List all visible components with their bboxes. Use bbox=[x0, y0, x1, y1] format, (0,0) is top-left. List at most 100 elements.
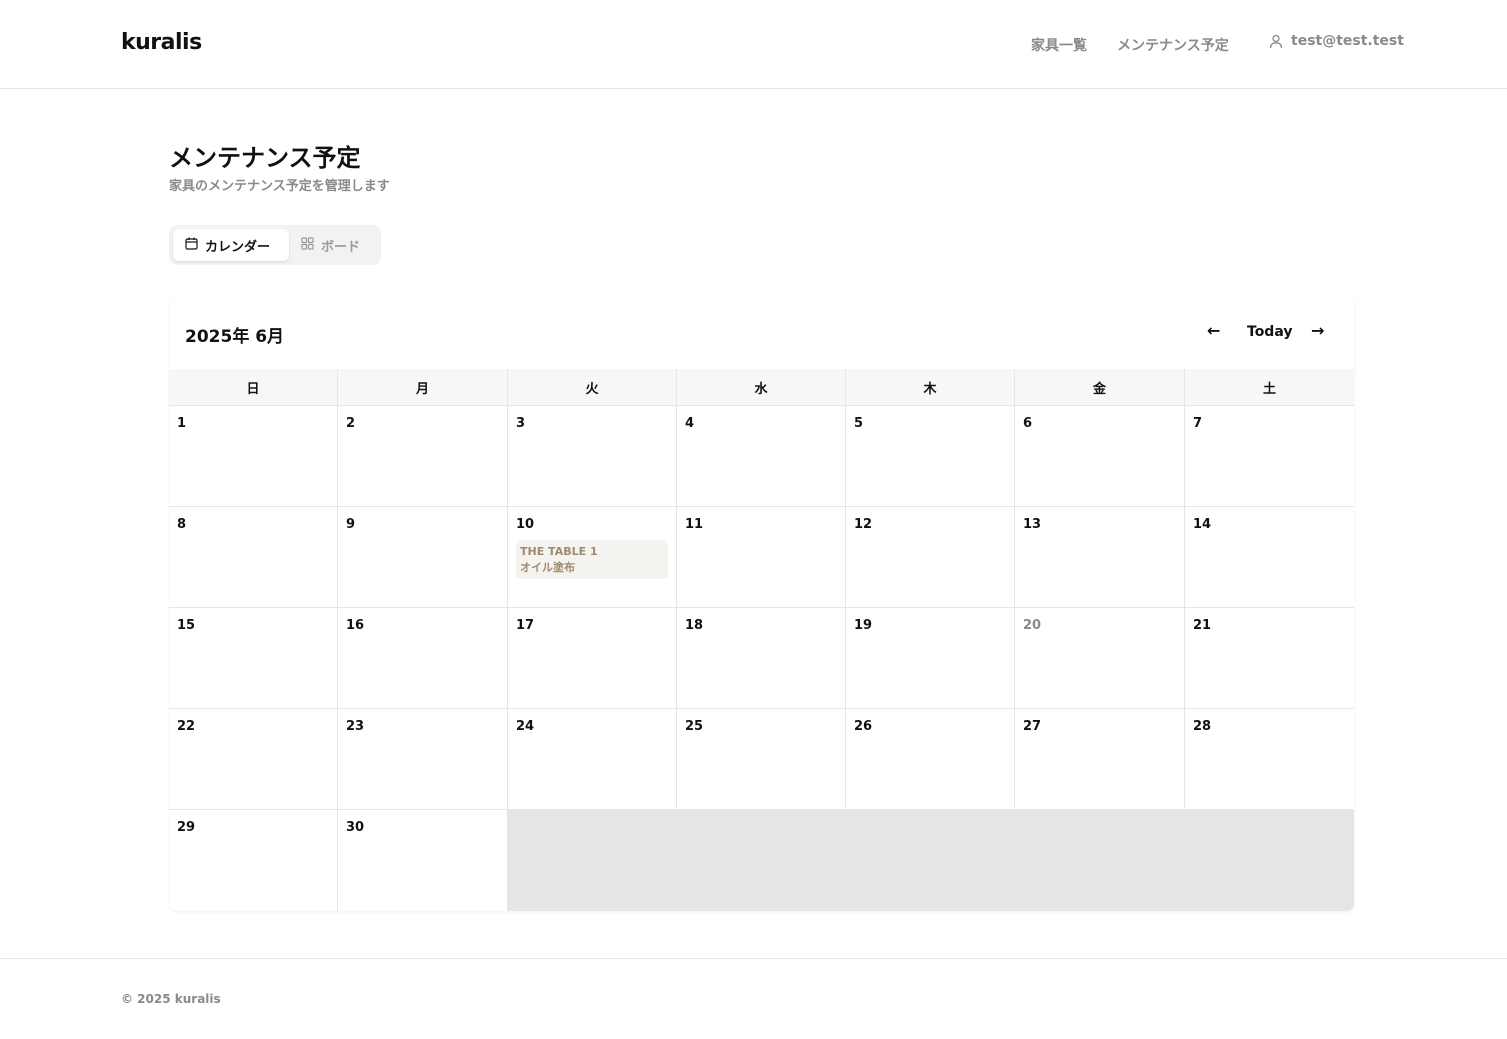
day-number: 27 bbox=[1023, 719, 1042, 734]
day-cell[interactable]: 25 bbox=[677, 709, 846, 810]
board-view-label: ボード bbox=[321, 239, 361, 255]
calendar-month-title: 2025年 6月 bbox=[185, 327, 285, 347]
day-cell[interactable]: 1 bbox=[169, 406, 338, 507]
event-title: THE TABLE 1 bbox=[520, 545, 598, 558]
day-number: 5 bbox=[854, 416, 864, 431]
user-icon bbox=[1269, 34, 1283, 49]
day-cell[interactable]: 30 bbox=[338, 810, 508, 911]
day-cell[interactable]: 13 bbox=[1015, 507, 1185, 608]
day-number: 17 bbox=[516, 618, 535, 633]
day-cell[interactable]: 15 bbox=[169, 608, 338, 709]
day-number: 19 bbox=[854, 618, 873, 633]
next-month-button[interactable]: → bbox=[1311, 321, 1324, 340]
day-number: 12 bbox=[854, 517, 873, 532]
day-cell-today[interactable]: 20 bbox=[1015, 608, 1185, 709]
page-footer: © 2025 kuralis bbox=[0, 958, 1507, 1039]
day-cell[interactable]: 6 bbox=[1015, 406, 1185, 507]
day-cell[interactable]: 23 bbox=[338, 709, 508, 810]
day-number: 3 bbox=[516, 416, 526, 431]
app-logo[interactable]: kuralis bbox=[121, 30, 202, 55]
calendar-view-button[interactable]: カレンダー bbox=[173, 229, 289, 261]
empty-day-cell bbox=[508, 810, 677, 911]
weekday-thu: 木 bbox=[846, 369, 1015, 405]
day-number: 21 bbox=[1193, 618, 1212, 633]
empty-day-cell bbox=[846, 810, 1015, 911]
weekday-wed: 水 bbox=[677, 369, 846, 405]
day-cell[interactable]: 18 bbox=[677, 608, 846, 709]
day-cell[interactable]: 14 bbox=[1185, 507, 1354, 608]
day-number: 16 bbox=[346, 618, 365, 633]
day-cell[interactable]: 22 bbox=[169, 709, 338, 810]
nav-maintenance-schedule[interactable]: メンテナンス予定 bbox=[1117, 35, 1229, 55]
day-number-today: 20 bbox=[1023, 618, 1042, 633]
day-cell[interactable]: 5 bbox=[846, 406, 1015, 507]
day-cell[interactable]: 10 THE TABLE 1 オイル塗布 bbox=[508, 507, 677, 608]
day-cell[interactable]: 3 bbox=[508, 406, 677, 507]
weekday-fri: 金 bbox=[1015, 369, 1185, 405]
weekday-sat: 土 bbox=[1262, 381, 1276, 397]
weekday-sun: 日 bbox=[169, 369, 338, 405]
day-number: 11 bbox=[685, 517, 704, 532]
day-number: 14 bbox=[1193, 517, 1212, 532]
day-number: 7 bbox=[1193, 416, 1203, 431]
day-cell[interactable]: 8 bbox=[169, 507, 338, 608]
today-button[interactable]: Today bbox=[1247, 324, 1292, 340]
day-cell[interactable]: 11 bbox=[677, 507, 846, 608]
calendar-view-label: カレンダー bbox=[205, 239, 271, 255]
day-number: 30 bbox=[346, 820, 365, 835]
user-email: test@test.test bbox=[1291, 33, 1404, 49]
day-number: 22 bbox=[177, 719, 196, 734]
day-number: 18 bbox=[685, 618, 704, 633]
day-number: 6 bbox=[1023, 416, 1033, 431]
grid-icon bbox=[301, 236, 314, 254]
page-title: メンテナンス予定 bbox=[169, 144, 361, 172]
day-number: 28 bbox=[1193, 719, 1212, 734]
day-number: 25 bbox=[685, 719, 704, 734]
day-cell[interactable]: 12 bbox=[846, 507, 1015, 608]
day-number: 24 bbox=[516, 719, 535, 734]
day-cell[interactable]: 7 bbox=[1185, 406, 1354, 507]
day-number: 10 bbox=[516, 517, 535, 532]
day-number: 26 bbox=[854, 719, 873, 734]
day-cell[interactable]: 16 bbox=[338, 608, 508, 709]
day-number: 9 bbox=[346, 517, 356, 532]
day-cell[interactable]: 4 bbox=[677, 406, 846, 507]
empty-day-cell bbox=[677, 810, 846, 911]
calendar-grid: 日 月 火 水 木 金 土 1 2 3 4 5 6 7 8 9 10 THE T… bbox=[169, 369, 1354, 911]
day-cell[interactable]: 27 bbox=[1015, 709, 1185, 810]
user-menu[interactable]: test@test.test bbox=[1269, 33, 1404, 49]
prev-month-button[interactable]: ← bbox=[1207, 321, 1220, 340]
maintenance-event[interactable]: THE TABLE 1 オイル塗布 bbox=[516, 540, 668, 579]
day-number: 13 bbox=[1023, 517, 1042, 532]
top-header: kuralis 家具一覧 メンテナンス予定 test@test.test bbox=[0, 0, 1507, 89]
day-cell[interactable]: 19 bbox=[846, 608, 1015, 709]
day-cell[interactable]: 2 bbox=[338, 406, 508, 507]
empty-day-cell bbox=[1015, 810, 1185, 911]
day-cell[interactable]: 24 bbox=[508, 709, 677, 810]
weekday-header: 日 月 火 水 木 金 土 bbox=[169, 369, 1354, 406]
day-cell[interactable]: 21 bbox=[1185, 608, 1354, 709]
view-toggle: カレンダー ボード bbox=[169, 225, 381, 265]
weekday-mon: 月 bbox=[338, 369, 508, 405]
page-subtitle: 家具のメンテナンス予定を管理します bbox=[169, 179, 390, 194]
day-grid: 1 2 3 4 5 6 7 8 9 10 THE TABLE 1 オイル塗布 1… bbox=[169, 406, 1354, 911]
day-number: 2 bbox=[346, 416, 356, 431]
copyright-text: © 2025 kuralis bbox=[121, 992, 221, 1006]
board-view-button[interactable]: ボード bbox=[289, 229, 372, 261]
day-number: 1 bbox=[177, 416, 187, 431]
day-cell[interactable]: 29 bbox=[169, 810, 338, 911]
calendar-icon bbox=[185, 237, 198, 254]
day-number: 29 bbox=[177, 820, 196, 835]
day-cell[interactable]: 28 bbox=[1185, 709, 1354, 810]
day-number: 15 bbox=[177, 618, 196, 633]
weekday-tue: 火 bbox=[508, 369, 677, 405]
day-cell[interactable]: 17 bbox=[508, 608, 677, 709]
day-number: 8 bbox=[177, 517, 187, 532]
day-cell[interactable]: 26 bbox=[846, 709, 1015, 810]
day-number: 4 bbox=[685, 416, 695, 431]
day-number: 23 bbox=[346, 719, 365, 734]
day-cell[interactable]: 9 bbox=[338, 507, 508, 608]
empty-day-cell bbox=[1185, 810, 1354, 911]
event-task: オイル塗布 bbox=[520, 561, 575, 574]
nav-furniture-list[interactable]: 家具一覧 bbox=[1031, 35, 1087, 55]
